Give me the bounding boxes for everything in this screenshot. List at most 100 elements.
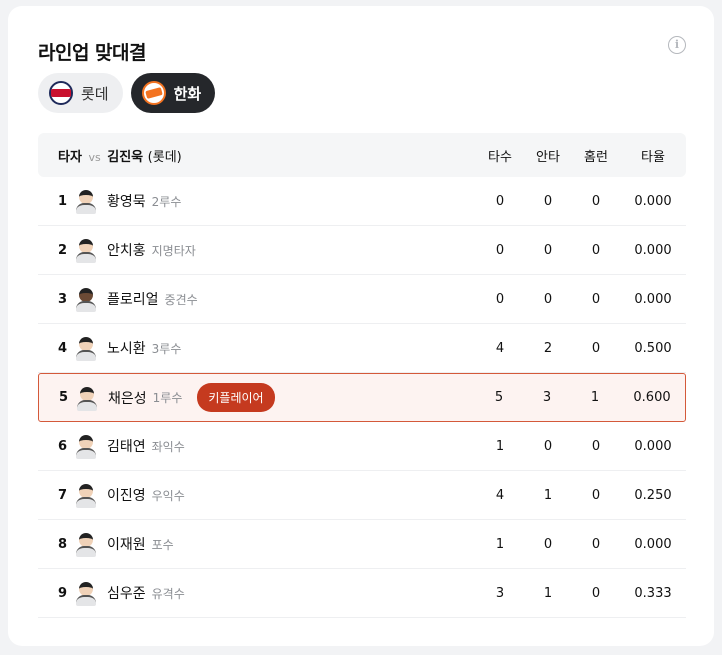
player-position: 포수	[151, 537, 174, 552]
player-name[interactable]: 황영묵	[107, 191, 146, 211]
player-position: 지명타자	[151, 243, 196, 258]
player-name[interactable]: 김태연	[107, 436, 146, 456]
player-position: 좌익수	[151, 439, 185, 454]
tab-hanwha[interactable]: 한화	[130, 73, 216, 113]
home-runs: 0	[591, 291, 601, 307]
player-name[interactable]: 이진영	[107, 485, 146, 505]
player-avatar	[75, 531, 97, 557]
hanwha-logo-icon	[141, 81, 166, 105]
at-bats: 1	[495, 438, 505, 454]
player-name[interactable]: 채은성	[108, 388, 147, 408]
player-name[interactable]: 플로리얼	[107, 289, 159, 309]
hits: 0	[543, 536, 553, 552]
col-header-hits: 안타	[536, 149, 560, 165]
col-header-hr: 홈런	[584, 149, 608, 165]
table-body: 1 황영묵 2루수 0 0 0 0.000 2 안치홍 지명타자 0 0 0 0.000 3 플로리얼 중견수 0…	[38, 177, 686, 618]
hits: 1	[543, 487, 553, 503]
player-name[interactable]: 심우준	[107, 583, 146, 603]
batting-order: 3	[58, 291, 68, 307]
matchup-header: 타자 vs 김진욱 (롯데)	[38, 146, 476, 165]
home-runs: 0	[591, 438, 601, 454]
at-bats: 0	[495, 242, 505, 258]
tab-label: 롯데	[81, 84, 109, 103]
info-icon[interactable]: i	[668, 36, 686, 54]
batting-order: 9	[58, 585, 68, 601]
player-position: 유격수	[151, 586, 185, 601]
at-bats: 0	[495, 291, 505, 307]
table-row[interactable]: 1 황영묵 2루수 0 0 0 0.000	[38, 177, 686, 226]
batter-label: 타자	[58, 149, 82, 165]
hits: 3	[542, 390, 552, 405]
hits: 1	[543, 585, 553, 601]
col-header-avg: 타율	[641, 149, 665, 165]
home-runs: 0	[591, 536, 601, 552]
table-row[interactable]: 4 노시환 3루수 4 2 0 0.500	[38, 324, 686, 373]
batting-average: 0.000	[634, 536, 672, 552]
batting-order: 6	[58, 438, 68, 454]
hits: 0	[543, 242, 553, 258]
player-name[interactable]: 이재원	[107, 534, 146, 554]
home-runs: 1	[590, 390, 600, 405]
player-avatar	[75, 580, 97, 606]
lotte-logo-icon	[49, 81, 73, 105]
player-position: 1루수	[152, 391, 183, 405]
batting-average: 0.250	[634, 487, 672, 503]
at-bats: 3	[495, 585, 505, 601]
key-player-badge: 키플레이어	[197, 383, 275, 412]
table-row[interactable]: 8 이재원 포수 1 0 0 0.000	[38, 520, 686, 569]
lineup-table: 타자 vs 김진욱 (롯데) 타수 안타 홈런 타율 1 황영묵 2루수 0 0 0 0.0…	[38, 133, 686, 618]
tab-lotte[interactable]: 롯데	[38, 73, 123, 113]
at-bats: 4	[495, 487, 505, 503]
pitcher-name: 김진욱	[107, 149, 144, 165]
tab-label: 한화	[173, 84, 202, 103]
player-position: 3루수	[151, 341, 182, 356]
hits: 2	[543, 340, 553, 356]
at-bats: 1	[495, 536, 505, 552]
table-row[interactable]: 6 김태연 좌익수 1 0 0 0.000	[38, 422, 686, 471]
team-tabs: 롯데 한화	[38, 73, 216, 113]
batting-order: 2	[58, 242, 68, 258]
player-position: 우익수	[151, 488, 185, 503]
table-header: 타자 vs 김진욱 (롯데) 타수 안타 홈런 타율	[38, 133, 686, 177]
table-row[interactable]: 7 이진영 우익수 4 1 0 0.250	[38, 471, 686, 520]
table-row[interactable]: 5 채은성 1루수 키플레이어 5 3 1 0.600	[38, 373, 686, 422]
hits: 0	[543, 438, 553, 454]
batting-order: 7	[58, 487, 68, 503]
player-avatar	[75, 482, 97, 508]
table-row[interactable]: 9 심우준 유격수 3 1 0 0.333	[38, 569, 686, 618]
vs-label: vs	[88, 150, 101, 164]
col-header-ab: 타수	[488, 149, 512, 165]
hits: 0	[543, 291, 553, 307]
home-runs: 0	[591, 340, 601, 356]
home-runs: 0	[591, 193, 601, 209]
player-avatar	[75, 335, 97, 361]
player-avatar	[75, 188, 97, 214]
player-position: 중견수	[164, 292, 198, 307]
table-row[interactable]: 3 플로리얼 중견수 0 0 0 0.000	[38, 275, 686, 324]
player-avatar	[75, 433, 97, 459]
home-runs: 0	[591, 242, 601, 258]
batting-order: 4	[58, 340, 68, 356]
batting-order: 1	[58, 193, 68, 209]
at-bats: 0	[495, 193, 505, 209]
player-name[interactable]: 노시환	[107, 338, 146, 358]
home-runs: 0	[591, 585, 601, 601]
batting-average: 0.600	[633, 390, 671, 405]
table-row[interactable]: 2 안치홍 지명타자 0 0 0 0.000	[38, 226, 686, 275]
batting-average: 0.000	[634, 438, 672, 454]
player-avatar	[75, 286, 97, 312]
batting-average: 0.000	[634, 193, 672, 209]
at-bats: 5	[494, 390, 504, 405]
at-bats: 4	[495, 340, 505, 356]
batting-order: 5	[59, 390, 69, 405]
player-position: 2루수	[151, 194, 182, 209]
batting-order: 8	[58, 536, 68, 552]
pitcher-team: (롯데)	[147, 149, 182, 165]
home-runs: 0	[591, 487, 601, 503]
hits: 0	[543, 193, 553, 209]
batting-average: 0.333	[634, 585, 672, 601]
batting-average: 0.000	[634, 242, 672, 258]
batting-average: 0.500	[634, 340, 672, 356]
player-name[interactable]: 안치홍	[107, 240, 146, 260]
player-avatar	[75, 237, 97, 263]
